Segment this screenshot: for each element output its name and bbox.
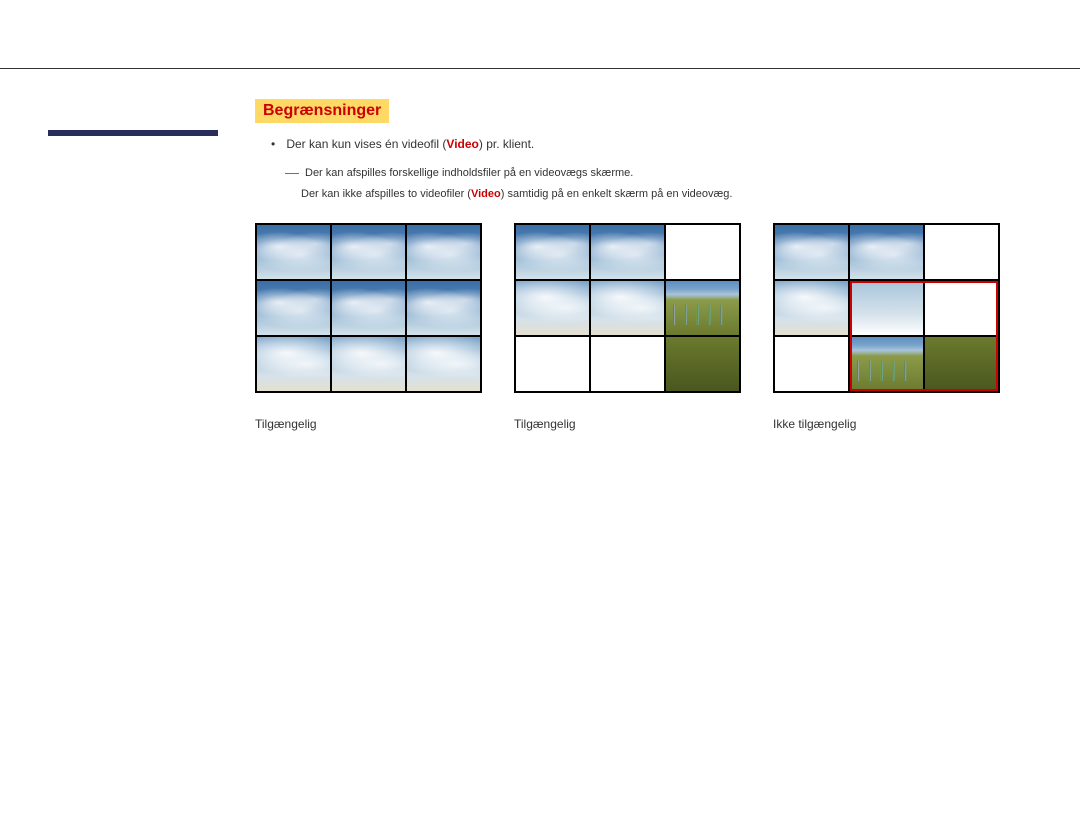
grid-cell: [257, 281, 330, 335]
bullet-text-suffix: ) pr. klient.: [479, 137, 534, 151]
figure-caption-1: Tilgængelig: [255, 417, 482, 431]
grid-cell: [925, 225, 998, 279]
bullet-highlight: Video: [446, 137, 478, 151]
grid-cell: [666, 281, 739, 335]
sublist-highlight-2: Video: [471, 188, 501, 200]
figure-caption-2: Tilgængelig: [514, 417, 741, 431]
grid-cell: [775, 337, 848, 391]
figures-row: Tilgængelig Tilgængelig: [255, 223, 1080, 431]
grid-cell: [925, 337, 998, 391]
grid-cell: [850, 337, 923, 391]
figure-caption-3: Ikke tilgængelig: [773, 417, 1000, 431]
grid-cell: [516, 281, 589, 335]
grid-cell: [516, 225, 589, 279]
grid-cell: [332, 281, 405, 335]
header-accent-bar: [48, 130, 218, 136]
grid-cell: [775, 225, 848, 279]
figure-3: Ikke tilgængelig: [773, 223, 1000, 431]
grid-cell: [332, 337, 405, 391]
figure-1: Tilgængelig: [255, 223, 482, 431]
grid-cell: [850, 281, 923, 335]
grid-cell: [591, 337, 664, 391]
page-content: Begrænsninger • Der kan kun vises én vid…: [0, 69, 1080, 431]
bullet-dot: •: [271, 137, 283, 151]
grid-cell: [407, 225, 480, 279]
grid-cell: [407, 337, 480, 391]
dash-icon: ―: [285, 164, 299, 180]
grid-cell: [666, 225, 739, 279]
video-wall-grid-3: [773, 223, 1000, 393]
grid-cell: [591, 225, 664, 279]
bullet-item: • Der kan kun vises én videofil (Video) …: [271, 137, 1080, 151]
video-wall-grid-1: [255, 223, 482, 393]
sublist-line-2: Der kan ikke afspilles to videofiler (Vi…: [301, 185, 1080, 204]
sublist-text-2-suffix: ) samtidig på en enkelt skærm på en vide…: [501, 188, 733, 200]
bullet-text-prefix: Der kan kun vises én videofil (: [286, 137, 446, 151]
grid-cell: [257, 225, 330, 279]
section-title: Begrænsninger: [255, 99, 389, 123]
grid-cell: [666, 337, 739, 391]
grid-cell: [850, 225, 923, 279]
grid-cell: [332, 225, 405, 279]
figure-2: Tilgængelig: [514, 223, 741, 431]
sublist: ― Der kan afspilles forskellige indholdsf…: [285, 161, 1080, 203]
grid-cell: [407, 281, 480, 335]
grid-cell: [775, 281, 848, 335]
grid-cell: [257, 337, 330, 391]
sublist-text-1: Der kan afspilles forskellige indholdsfi…: [305, 167, 633, 179]
grid-cell: [925, 281, 998, 335]
grid-cell: [591, 281, 664, 335]
grid-cell: [516, 337, 589, 391]
video-wall-grid-2: [514, 223, 741, 393]
sublist-line-1: ― Der kan afspilles forskellige indholdsf…: [285, 161, 1080, 185]
sublist-text-2-prefix: Der kan ikke afspilles to videofiler (: [301, 188, 471, 200]
